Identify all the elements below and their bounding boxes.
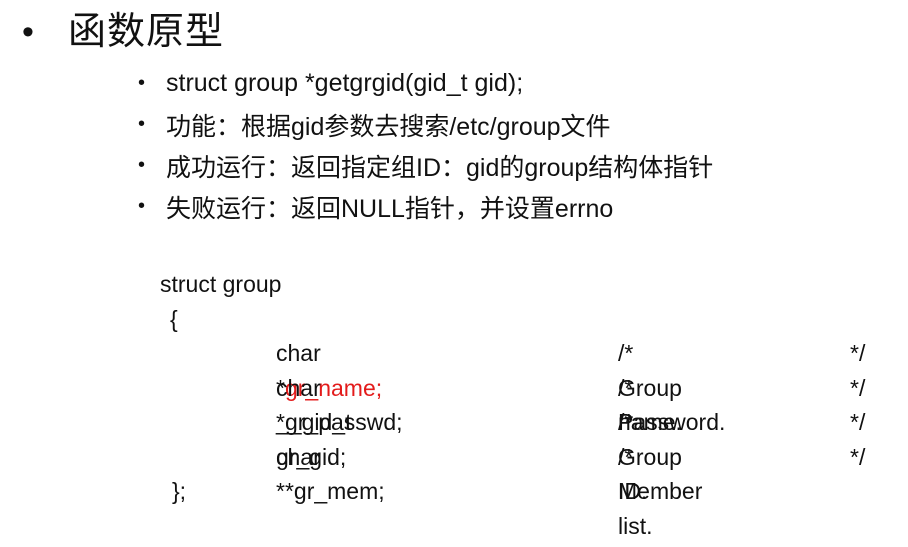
- bullet-text: 成功运行：返回指定组ID：gid的group结构体指针: [166, 153, 714, 182]
- bullet-item-prototype: • struct group *getgrgid(gid_t gid);: [138, 63, 713, 104]
- comment-end: */: [850, 443, 866, 470]
- bullet-item-success: • 成功运行：返回指定组ID：gid的group结构体指针: [138, 145, 713, 186]
- comment-end: */: [850, 374, 866, 401]
- bullet-text: struct group *getgrgid(gid_t gid);: [166, 69, 524, 97]
- bullet-text: 功能：根据gid参数去搜索/etc/group文件: [166, 112, 611, 141]
- bullet-dot-icon: •: [138, 113, 146, 135]
- comment-end: */: [850, 340, 866, 366]
- bullet-dot-icon: •: [138, 154, 146, 176]
- field-comment: /* Member list.: [618, 443, 703, 539]
- open-brace: {: [170, 305, 178, 332]
- struct-field-gr-passwd: char *gr_passwd; /* Password. */: [160, 371, 865, 436]
- struct-header: struct group: [160, 271, 282, 297]
- slide-title: 函数原型: [68, 11, 225, 53]
- bullet-item-failure: • 失败运行：返回NULL指针，并设置errno: [138, 186, 713, 227]
- field-name: gr_mem;: [293, 478, 385, 504]
- close-brace: };: [172, 478, 187, 504]
- title-bullet-icon: •: [22, 13, 34, 51]
- struct-field-gr-mem: char **gr_mem; /* Member list. */: [160, 440, 865, 539]
- bullet-text: 失败运行：返回NULL指针，并设置errno: [166, 194, 614, 223]
- struct-group-code-block: struct group { char *gr_name; /* Group n…: [160, 267, 865, 539]
- bullet-item-function: • 功能：根据gid参数去搜索/etc/group文件: [138, 104, 713, 145]
- bullet-list: • struct group *getgrgid(gid_t gid); • 功…: [138, 63, 713, 227]
- bullet-dot-icon: •: [138, 72, 146, 94]
- struct-field-gr-name: char *gr_name; /* Group name. */: [160, 336, 865, 435]
- comment-end: */: [850, 409, 866, 435]
- slide-title-row: • 函数原型: [22, 8, 224, 56]
- bullet-dot-icon: •: [138, 195, 146, 217]
- struct-field-gr-gid: __gid_t gr_gid; /* Group ID. */: [160, 405, 865, 504]
- field-type: __gid_t: [276, 409, 352, 435]
